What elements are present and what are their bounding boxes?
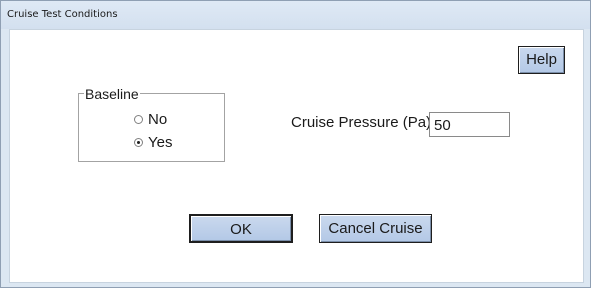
dialog-body: Help Baseline No Yes Cruise Pressure (Pa… <box>9 29 584 283</box>
baseline-no-label: No <box>148 110 168 128</box>
cancel-cruise-button[interactable]: Cancel Cruise <box>319 214 432 243</box>
radio-dot-icon <box>137 140 140 144</box>
dialog-window: Cruise Test Conditions Help Baseline No … <box>0 0 591 288</box>
radio-unselected-icon[interactable] <box>134 114 143 124</box>
baseline-yes-radio[interactable]: Yes <box>134 133 172 151</box>
window-title: Cruise Test Conditions <box>7 9 118 20</box>
ok-button[interactable]: OK <box>189 214 293 243</box>
baseline-group-label: Baseline <box>84 86 140 102</box>
baseline-no-radio[interactable]: No <box>134 110 167 128</box>
radio-selected-icon[interactable] <box>134 137 143 147</box>
title-bar[interactable]: Cruise Test Conditions <box>1 1 590 29</box>
baseline-groupbox: Baseline No Yes <box>78 86 225 162</box>
cruise-pressure-label: Cruise Pressure (Pa) <box>291 114 432 131</box>
baseline-yes-label: Yes <box>148 133 173 151</box>
help-button[interactable]: Help <box>518 46 565 74</box>
cruise-pressure-input[interactable] <box>429 112 510 137</box>
